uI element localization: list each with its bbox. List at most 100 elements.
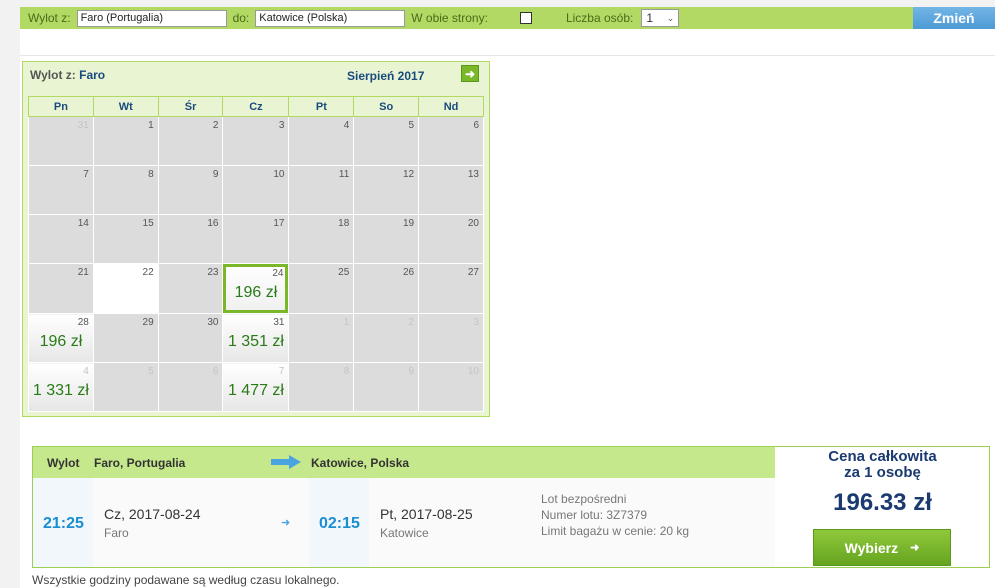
calendar-day-cell: 30 xyxy=(157,313,224,363)
day-number: 5 xyxy=(408,120,415,131)
flight-direct-info: Lot bezpośredni xyxy=(541,492,627,506)
calendar-day-cell: 22 xyxy=(92,263,159,314)
calendar-week-row: 14 15 16 17 18 19 20 xyxy=(28,214,484,264)
departure-time: 21:25 xyxy=(43,515,84,532)
calendar-day-cell[interactable]: 24 196 zł xyxy=(223,264,289,313)
calendar-day-cell: 26 xyxy=(353,263,420,314)
arrow-right-icon: ➜ xyxy=(281,517,291,529)
calendar-day-cell: 18 xyxy=(288,214,355,264)
calendar-day-cell: 5 xyxy=(353,116,420,166)
calendar-day-cell: 5 xyxy=(92,362,159,412)
fare-calendar: Wylot z: Faro Sierpień 2017 ➜ Pn Wt Śr Cz Pt… xyxy=(22,61,490,417)
day-price: 196 zł xyxy=(234,284,278,301)
calendar-day-cell: 2 xyxy=(353,313,420,363)
calendar-day-cell[interactable]: 7 1 477 zł xyxy=(222,362,290,412)
day-number: 26 xyxy=(402,267,415,278)
flight-card: Wylot Faro, Portugalia Katowice, Polska … xyxy=(32,446,990,568)
spacer-bar xyxy=(20,29,995,56)
weekday-header: Wt xyxy=(92,96,159,117)
day-number: 27 xyxy=(467,267,479,278)
persons-value: 1 xyxy=(646,11,654,25)
day-number: 4 xyxy=(83,366,89,377)
calendar-day-cell: 17 xyxy=(222,214,290,264)
departure-date: Cz, 2017-08-24 xyxy=(104,506,201,522)
day-number: 12 xyxy=(402,169,415,180)
arrow-right-icon: ➜ xyxy=(910,542,920,554)
flight-destination: Katowice, Polska xyxy=(311,456,410,470)
day-number: 24 xyxy=(272,268,284,279)
route-arrow-icon xyxy=(271,455,301,469)
day-number: 31 xyxy=(77,120,89,131)
day-number: 20 xyxy=(467,218,479,229)
total-price: 196.33 zł xyxy=(833,489,932,516)
day-number: 7 xyxy=(278,366,285,377)
calendar-week-row: 4 1 331 zł 5 6 7 1 477 zł 8 9 10 xyxy=(28,362,484,412)
day-number: 10 xyxy=(467,366,479,377)
calendar-day-cell: 9 xyxy=(157,165,224,215)
select-flight-button[interactable]: Wybierz ➜ xyxy=(813,529,951,566)
calendar-day-cell: 3 xyxy=(418,313,484,363)
flight-number-info: Numer lotu: 3Z7379 xyxy=(541,508,648,522)
baggage-info: Limit bagażu w cenie: 20 kg xyxy=(541,524,690,538)
day-number: 29 xyxy=(142,317,154,328)
day-number: 19 xyxy=(402,218,415,229)
calendar-day-cell: 2 xyxy=(157,116,224,166)
persons-label: Liczba osób: xyxy=(565,11,634,25)
departure-time-cell: 21:25 xyxy=(33,478,93,567)
calendar-day-cell: 6 xyxy=(157,362,224,412)
calendar-week-row: 21 22 23 24 196 zł 25 26 27 xyxy=(28,263,484,314)
chevron-down-icon: ⌄ xyxy=(666,12,675,23)
timezone-note: Wszystkie godziny podawane są według cza… xyxy=(32,573,340,587)
day-number: 16 xyxy=(207,218,219,229)
calendar-day-cell: 9 xyxy=(353,362,420,412)
day-number: 30 xyxy=(207,317,219,328)
departure-date-value: 2017-08-24 xyxy=(128,506,201,522)
next-month-button[interactable]: ➜ xyxy=(461,65,479,82)
calendar-week-row: 31 1 2 3 4 5 6 xyxy=(28,116,484,166)
day-number: 13 xyxy=(467,169,479,180)
arrival-time: 02:15 xyxy=(319,515,360,532)
roundtrip-label: W obie strony: xyxy=(411,11,488,25)
main-content: Wylot z: Faro Sierpień 2017 ➜ Pn Wt Śr Cz Pt… xyxy=(20,29,995,588)
day-number: 6 xyxy=(212,366,219,377)
search-bar: Wylot z: do: W obie strony: Liczba osób:… xyxy=(20,7,995,29)
change-button[interactable]: Zmień xyxy=(913,7,995,29)
calendar-week-row: 7 8 9 10 11 12 13 xyxy=(28,165,484,215)
calendar-day-cell[interactable]: 31 1 351 zł xyxy=(222,313,290,363)
calendar-day-cell[interactable]: 4 1 331 zł xyxy=(28,362,94,412)
calendar-day-cell[interactable]: 28 196 zł xyxy=(28,313,94,363)
day-number: 23 xyxy=(207,267,219,278)
day-number: 10 xyxy=(273,169,285,180)
day-number: 7 xyxy=(83,169,89,180)
roundtrip-checkbox[interactable] xyxy=(519,12,532,24)
to-input[interactable] xyxy=(255,9,406,27)
to-label: do: xyxy=(232,11,250,25)
price-title-line1: Cena całkowita xyxy=(828,448,937,465)
day-number: 2 xyxy=(212,120,219,131)
persons-select[interactable]: 1 ⌄ xyxy=(641,9,680,27)
calendar-day-cell: 6 xyxy=(418,116,484,166)
departure-day: Cz, xyxy=(104,506,125,522)
weekday-row: Pn Wt Śr Cz Pt So Nd xyxy=(28,96,484,117)
calendar-from-label: Wylot z: xyxy=(30,68,76,82)
flight-details: 21:25 Cz, 2017-08-24 Faro ➜ 02:15 Pt, 20… xyxy=(33,478,775,567)
day-number: 3 xyxy=(278,120,285,131)
day-number: 28 xyxy=(77,317,89,328)
calendar-from-city: Faro xyxy=(79,68,106,82)
calendar-day-cell: 12 xyxy=(353,165,420,215)
weekday-header: Cz xyxy=(222,96,290,117)
calendar-month: Sierpień 2017 xyxy=(347,69,425,83)
day-number: 8 xyxy=(343,366,350,377)
price-title: Cena całkowita za 1 osobę xyxy=(775,449,990,481)
day-number: 8 xyxy=(148,169,154,180)
day-price: 196 zł xyxy=(39,333,83,350)
day-number: 21 xyxy=(77,267,89,278)
day-number: 18 xyxy=(338,218,350,229)
day-number: 5 xyxy=(148,366,154,377)
weekday-header: Śr xyxy=(157,96,224,117)
from-input[interactable] xyxy=(76,9,227,27)
day-number: 25 xyxy=(338,267,350,278)
calendar-grid: Pn Wt Śr Cz Pt So Nd 31 1 2 3 4 5 6 7 8 9 10 11 12 13 14 15 16… xyxy=(28,96,484,412)
calendar-day-cell: 23 xyxy=(157,263,224,314)
calendar-from: Wylot z: Faro xyxy=(30,68,105,82)
